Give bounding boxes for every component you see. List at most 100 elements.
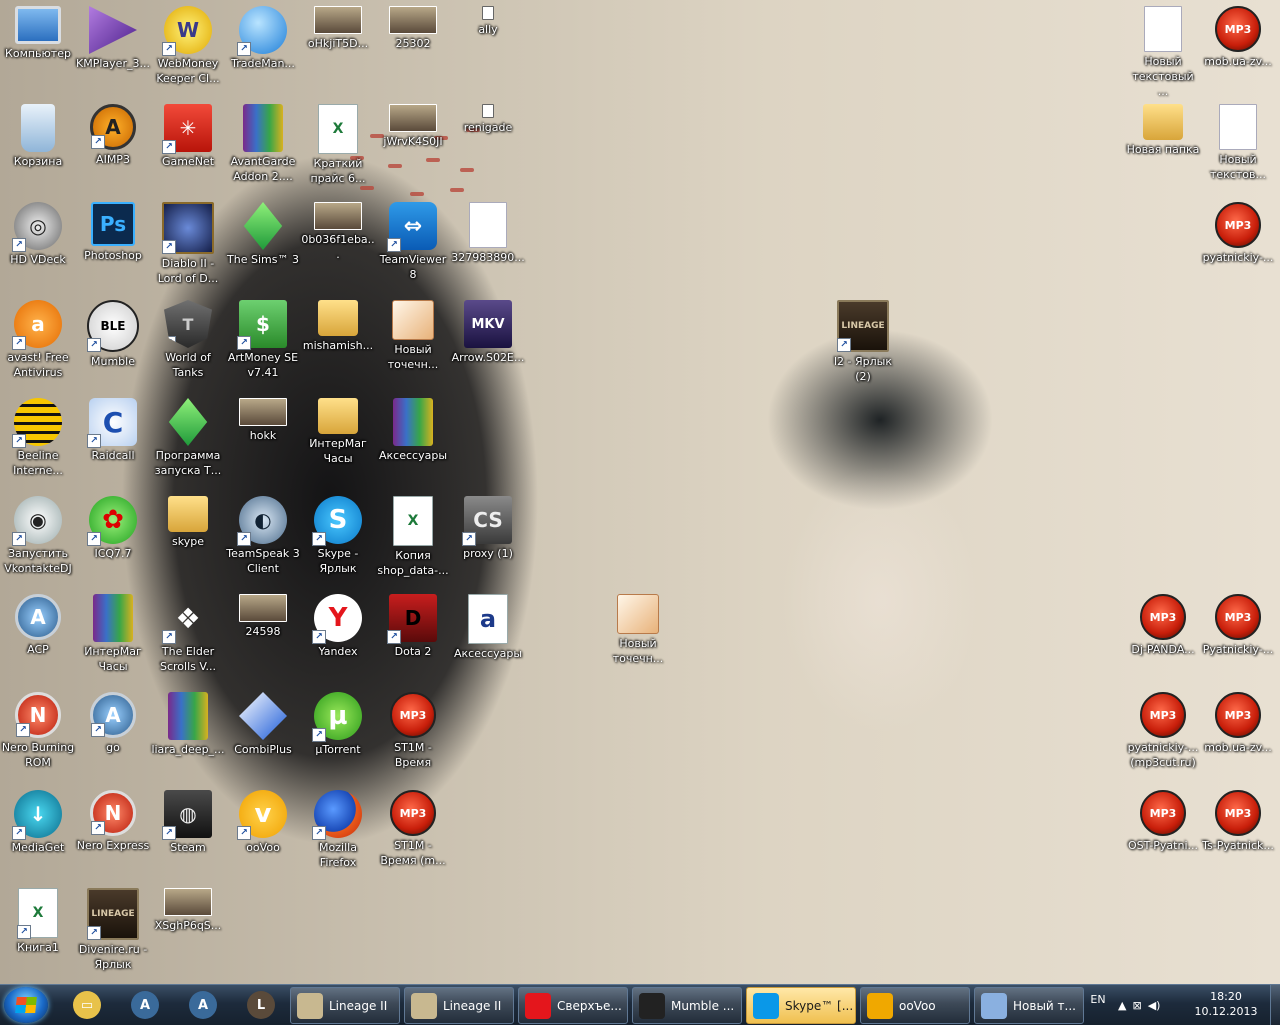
desktop-icon[interactable]: Новый текстов...	[1200, 104, 1276, 182]
desktop-icon[interactable]: MP3 pyatnickiy-...	[1200, 202, 1276, 265]
desktop-icon[interactable]: 25302	[375, 6, 451, 51]
desktop-icon[interactable]: X ↗ Книга1	[0, 888, 76, 955]
desktop-icon[interactable]: KMPlayer_3...	[75, 6, 151, 71]
taskbar-window-button[interactable]: Сверхъе...	[518, 987, 628, 1024]
desktop-icon[interactable]: A ↗ go	[75, 692, 151, 755]
taskbar-window-button[interactable]: Новый т...	[974, 987, 1084, 1024]
desktop-icon[interactable]: N ↗ Nero Express	[75, 790, 151, 853]
desktop-icon[interactable]: ↗ Beeline Interne...	[0, 398, 76, 478]
shortcut-arrow-icon: ↗	[16, 723, 30, 737]
desktop-icon[interactable]: renigade	[450, 104, 526, 135]
desktop-icon[interactable]: LINEAGE ↗ Divenire.ru - Ярлык	[75, 888, 151, 972]
volume-icon[interactable]: ◀)	[1148, 999, 1161, 1012]
desktop-icon[interactable]: MP3 ST1M - Время	[375, 692, 451, 770]
pinned-app[interactable]: A	[178, 988, 228, 1022]
pinned-app[interactable]: L	[236, 988, 286, 1022]
desktop-icon[interactable]: BLE ↗ Mumble	[75, 300, 151, 369]
desktop-icon[interactable]: MP3 OST-Pyatni...	[1125, 790, 1201, 853]
clock[interactable]: 18:20 10.12.2013	[1186, 989, 1266, 1019]
desktop-icon[interactable]: jWrvK4S0JI	[375, 104, 451, 149]
show-hidden-icons-button[interactable]: ▲	[1118, 999, 1126, 1012]
desktop-icon[interactable]: ◎ ↗ HD VDeck	[0, 202, 76, 267]
desktop-icon[interactable]: $ ↗ ArtMoney SE v7.41	[225, 300, 301, 380]
desktop-icon[interactable]: ↗ The Sims™ 3	[225, 202, 301, 267]
desktop-icon[interactable]: MP3 Ts-Pyatnick...	[1200, 790, 1276, 853]
desktop-icon[interactable]: C ↗ Raidcall	[75, 398, 151, 463]
desktop-icon[interactable]: skype	[150, 496, 226, 549]
taskbar-window-button[interactable]: Mumble ...	[632, 987, 742, 1024]
desktop-icon[interactable]: ◍ ↗ Steam	[150, 790, 226, 855]
desktop-icon[interactable]: mishamish...	[300, 300, 376, 353]
desktop-icon[interactable]: S ↗ Skype - Ярлык	[300, 496, 376, 576]
desktop-icon[interactable]: MP3 ST1M - Время (m...	[375, 790, 451, 868]
pinned-app[interactable]: ▭	[62, 988, 112, 1022]
desktop-icon[interactable]: A ↗ AIMP3	[75, 104, 151, 167]
shortcut-arrow-icon: ↗	[168, 434, 176, 446]
desktop-icon[interactable]: N ↗ Nero Burning ROM	[0, 692, 76, 770]
desktop-icon[interactable]: ↗ TradeMan...	[225, 6, 301, 71]
desktop-icon[interactable]: Новый точечн...	[375, 300, 451, 372]
desktop-icon[interactable]: Y ↗ Yandex	[300, 594, 376, 659]
desktop-icon[interactable]: Ps Photoshop	[75, 202, 151, 263]
desktop-icon[interactable]: Новая папка	[1125, 104, 1201, 157]
desktop-icon[interactable]: oHkjiT5D...	[300, 6, 376, 51]
desktop-icon[interactable]: ↓ ↗ MediaGet	[0, 790, 76, 855]
start-button[interactable]	[4, 987, 48, 1023]
pinned-app[interactable]: A	[120, 988, 170, 1022]
desktop-icon[interactable]: MP3 mob.ua-zv...	[1200, 692, 1276, 755]
taskbar-window-button[interactable]: Lineage II	[290, 987, 400, 1024]
desktop-icon[interactable]: ◐ ↗ TeamSpeak 3 Client	[225, 496, 301, 576]
desktop-icon[interactable]: CS ↗ proxy (1)	[450, 496, 526, 561]
desktop-icon[interactable]: ✳ ↗ GameNet	[150, 104, 226, 169]
desktop-icon[interactable]: Аксессуары	[375, 398, 451, 463]
desktop-icon[interactable]: CombiPlus	[225, 692, 301, 757]
desktop-icon[interactable]: a ↗ avast! Free Antivirus	[0, 300, 76, 380]
desktop-icon[interactable]: D ↗ Dota 2	[375, 594, 451, 659]
taskbar-window-button[interactable]: ooVoo	[860, 987, 970, 1024]
desktop-icon[interactable]: ИнтерМаг Часы	[75, 594, 151, 674]
desktop-icon[interactable]: MP3 Dj-PANDA...	[1125, 594, 1201, 657]
desktop-icon[interactable]: Компьютер	[0, 6, 76, 61]
desktop-icon[interactable]: 0b036f1eba...	[300, 202, 376, 262]
desktop-icon[interactable]: ally	[450, 6, 526, 37]
desktop-icon[interactable]: MP3 mob.ua-zv...	[1200, 6, 1276, 69]
desktop-icon[interactable]: v ↗ ooVoo	[225, 790, 301, 855]
desktop-icon[interactable]: ⇔ ↗ TeamViewer 8	[375, 202, 451, 282]
desktop-icon[interactable]: 327983890...	[450, 202, 526, 265]
desktop-icon[interactable]: X Краткий прайс 6...	[300, 104, 376, 186]
desktop-icon[interactable]: W ↗ WebMoney Keeper Cl...	[150, 6, 226, 86]
desktop-icon[interactable]: Корзина	[0, 104, 76, 169]
desktop-icon-label: 25302	[395, 37, 431, 50]
desktop-icon[interactable]: 24598	[225, 594, 301, 639]
desktop-icon[interactable]: Новый точечн...	[600, 594, 676, 666]
desktop-icon[interactable]: ↗ Программа запуска Т...	[150, 398, 226, 478]
taskbar-window-button[interactable]: Lineage II	[404, 987, 514, 1024]
desktop-icon[interactable]: MP3 pyatnickiy-... (mp3cut.ru)	[1125, 692, 1201, 770]
desktop-icon[interactable]: ИнтерМаг Часы	[300, 398, 376, 466]
desktop-icon[interactable]: T ↗ World of Tanks	[150, 300, 226, 380]
desktop-icon[interactable]: ◉ ↗ Запустить VkontakteDJ	[0, 496, 76, 576]
desktop-icon[interactable]: µ ↗ µTorrent	[300, 692, 376, 757]
desktop-icon[interactable]: A ACP	[0, 594, 76, 657]
taskbar-window-button[interactable]: Skype™ [...	[746, 987, 856, 1024]
desktop-icon[interactable]: hokk	[225, 398, 301, 443]
desktop[interactable]: Компьютер KMPlayer_3... W ↗ WebMoney Keeper …	[0, 0, 1280, 984]
desktop-icon[interactable]: X Копия shop_data-...	[375, 496, 451, 578]
desktop-icon[interactable]: XSghP6qS...	[150, 888, 226, 933]
taskbar-button-label: Mumble ...	[671, 998, 735, 1013]
show-desktop-button[interactable]	[1270, 985, 1280, 1025]
desktop-icon-label: Arrow.S02E...	[451, 351, 525, 364]
desktop-icon[interactable]: MKV Arrow.S02E...	[450, 300, 526, 365]
desktop-icon[interactable]: AvantGarde Addon 2....	[225, 104, 301, 184]
network-icon[interactable]: ⊠	[1132, 999, 1141, 1012]
desktop-icon[interactable]: ↗ Mozilla Firefox	[300, 790, 376, 870]
desktop-icon[interactable]: liara_deep_...	[150, 692, 226, 757]
desktop-icon[interactable]: ↗ Diablo II - Lord of D...	[150, 202, 226, 286]
desktop-icon[interactable]: a Аксессуары	[450, 594, 526, 661]
desktop-icon[interactable]: MP3 Pyatnickiy-...	[1200, 594, 1276, 657]
desktop-icon[interactable]: ❖ ↗ The Elder Scrolls V...	[150, 594, 226, 674]
desktop-icon[interactable]: LINEAGE ↗ l2 - Ярлык (2)	[825, 300, 901, 384]
language-indicator[interactable]: EN	[1087, 993, 1109, 1006]
desktop-icon[interactable]: Новый текстовый ...	[1125, 6, 1201, 99]
desktop-icon[interactable]: ✿ ↗ ICQ7.7	[75, 496, 151, 561]
